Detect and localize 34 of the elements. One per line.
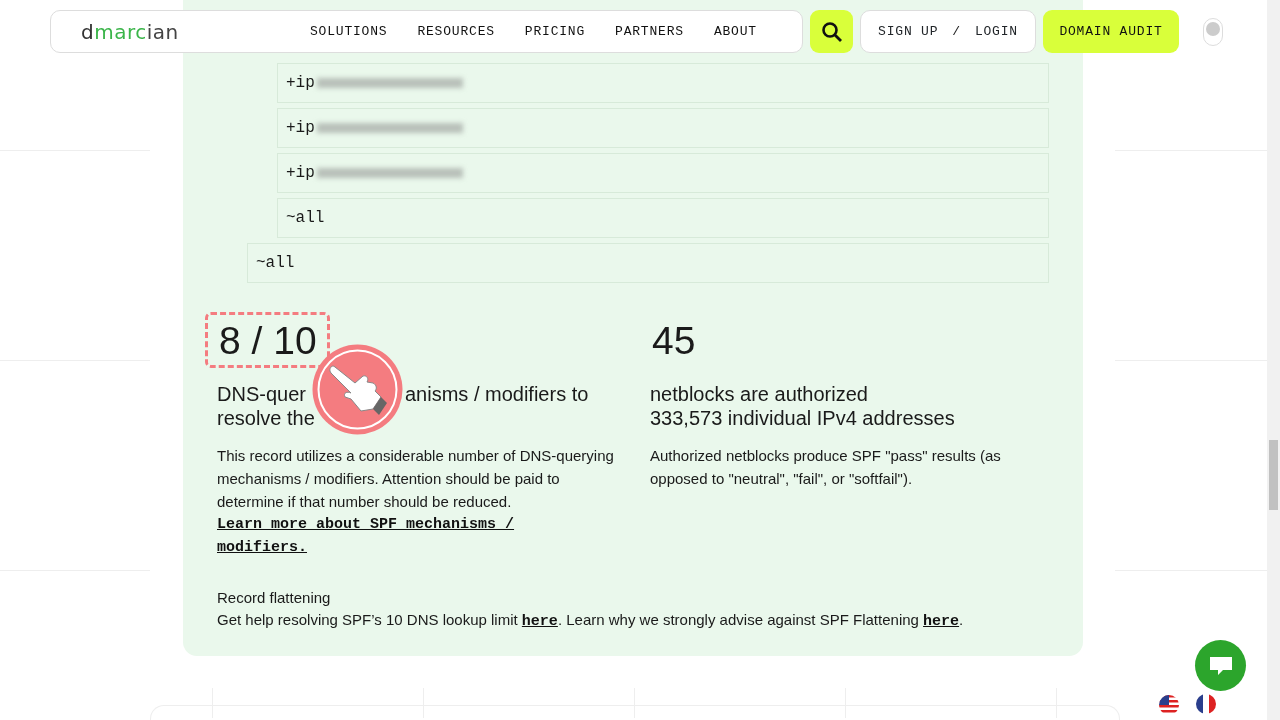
stat-description: This record utilizes a considerable number of DNS-querying mechanisms / modifiers. Attention should be paid to determine if that number should be reduced.	[217, 446, 615, 512]
theme-toggle[interactable]	[1203, 17, 1223, 46]
spf-row: ~all	[277, 198, 1049, 238]
search-button[interactable]	[810, 10, 853, 53]
spf-row: ~all	[247, 243, 1049, 283]
here-link[interactable]: here	[521, 613, 558, 630]
stat-heading: anisms / modifiers to	[405, 382, 589, 406]
stat-description: Authorized netblocks produce SPF "pass" results (as opposed to "neutral", "fail", or "softfail").	[650, 446, 1002, 489]
stat-heading: DNS-quer	[217, 382, 307, 406]
nav-link[interactable]: SOLUTIONS	[310, 21, 388, 42]
nav-link[interactable]: RESOURCES	[417, 21, 495, 42]
france-flag-icon[interactable]	[1196, 694, 1216, 714]
sign-up-link[interactable]: SIGN UP	[878, 21, 939, 42]
spf-row: +ip	[277, 153, 1049, 193]
here-link[interactable]: here	[923, 613, 960, 630]
nav-link[interactable]: ABOUT	[713, 21, 757, 42]
spf-row: +ip	[277, 108, 1049, 148]
flattening-text: Get help resolving SPF’s 10 DNS lookup limit here. Learn why we strongly advise against SPF Flattening here.	[217, 610, 965, 632]
login-link[interactable]: LOGIN	[974, 21, 1018, 42]
stat-heading: 333,573 individual IPv4 addresses	[650, 406, 955, 430]
separator: /	[952, 22, 961, 41]
stat-heading: netblocks are authorized	[650, 382, 868, 406]
nav-link[interactable]: PRICING	[524, 21, 586, 42]
spf-row: +ip	[277, 63, 1049, 103]
stat-value: 45	[651, 318, 697, 364]
section-title: Record flattening	[217, 588, 332, 608]
us-flag-icon[interactable]	[1159, 695, 1179, 715]
logo[interactable]: dmarcian	[81, 16, 261, 47]
domain-audit-button[interactable]: DOMAIN AUDIT	[1043, 10, 1179, 53]
learn-more-link[interactable]: Learn more about SPF mechanisms / modifiers.	[217, 513, 547, 559]
nav-link[interactable]: PARTNERS	[615, 21, 684, 42]
chat-icon	[1208, 654, 1233, 677]
stat-heading: resolve the	[217, 406, 315, 430]
search-icon	[820, 20, 843, 43]
